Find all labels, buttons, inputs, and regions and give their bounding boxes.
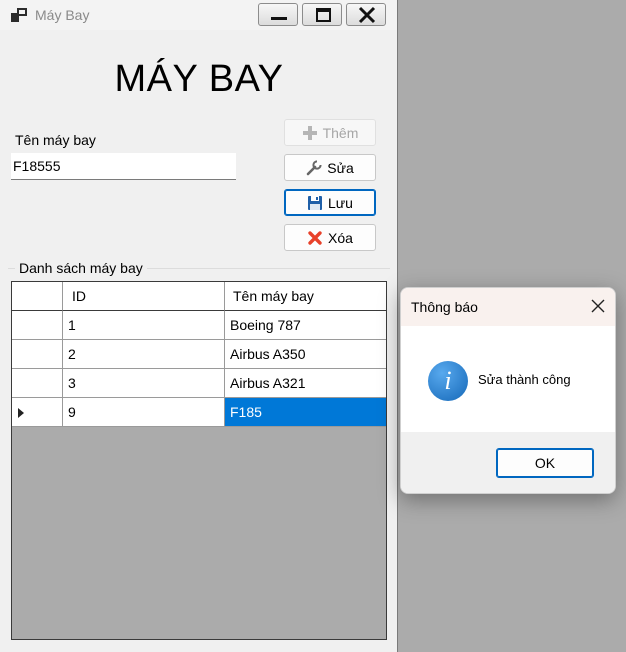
table-row[interactable]: 2 Airbus A350 — [12, 340, 386, 369]
column-header-name[interactable]: Tên máy bay — [225, 282, 386, 311]
cell-name[interactable]: Boeing 787 — [225, 311, 386, 340]
cell-name[interactable]: Airbus A350 — [225, 340, 386, 369]
add-button-label: Thêm — [322, 124, 359, 141]
ok-button[interactable]: OK — [496, 448, 594, 478]
grid-header-row: ID Tên máy bay — [12, 282, 386, 311]
delete-button-label: Xóa — [328, 229, 353, 246]
title-bar[interactable]: Máy Bay — [0, 0, 397, 30]
row-header[interactable] — [12, 311, 63, 340]
row-header[interactable] — [12, 369, 63, 398]
close-button[interactable] — [346, 3, 386, 26]
save-button[interactable]: Lưu — [284, 189, 376, 216]
dialog-footer: OK — [401, 432, 615, 493]
page-title: MÁY BAY — [114, 58, 284, 100]
app-icon — [11, 8, 27, 22]
red-x-icon — [308, 230, 322, 245]
cell-id[interactable]: 2 — [63, 340, 225, 369]
current-row-arrow-icon — [18, 408, 24, 418]
row-header-current[interactable] — [12, 398, 63, 427]
message-dialog: Thông báo i Sửa thành công OK — [400, 287, 616, 494]
name-input[interactable] — [11, 153, 236, 180]
cell-name-selected[interactable]: F185 — [225, 398, 386, 427]
cell-id[interactable]: 3 — [63, 369, 225, 398]
save-button-label: Lưu — [328, 194, 353, 211]
delete-button[interactable]: Xóa — [284, 224, 376, 251]
table-row[interactable]: 1 Boeing 787 — [12, 311, 386, 340]
cell-id[interactable]: 1 — [63, 311, 225, 340]
grid-corner-header[interactable] — [12, 282, 63, 311]
table-row-selected[interactable]: 9 F185 — [12, 398, 386, 427]
aircraft-grid[interactable]: ID Tên máy bay 1 Boeing 787 2 Airbus A35… — [11, 281, 387, 640]
cell-name[interactable]: Airbus A321 — [225, 369, 386, 398]
maximize-button[interactable] — [302, 3, 342, 26]
minimize-icon — [271, 17, 287, 20]
column-header-id[interactable]: ID — [63, 282, 225, 311]
name-label: Tên máy bay — [15, 132, 96, 148]
info-icon: i — [428, 361, 468, 401]
add-button[interactable]: Thêm — [284, 119, 376, 146]
row-header[interactable] — [12, 340, 63, 369]
app-window: Máy Bay MÁY BAY Tên máy bay Thêm Sửa — [0, 0, 398, 652]
dialog-title: Thông báo — [411, 299, 478, 315]
plus-icon — [302, 125, 317, 140]
wrench-icon — [306, 159, 323, 175]
table-row[interactable]: 3 Airbus A321 — [12, 369, 386, 398]
close-icon — [358, 6, 376, 24]
floppy-disk-icon — [308, 195, 323, 210]
dialog-message: Sửa thành công — [478, 372, 571, 387]
cell-id[interactable]: 9 — [63, 398, 225, 427]
edit-button[interactable]: Sửa — [284, 154, 376, 181]
window-title: Máy Bay — [35, 7, 90, 23]
minimize-button[interactable] — [258, 3, 298, 26]
edit-button-label: Sửa — [327, 159, 354, 176]
list-group-label: Danh sách máy bay — [15, 260, 147, 276]
dialog-title-bar[interactable]: Thông báo — [401, 288, 615, 326]
maximize-icon — [316, 8, 331, 22]
dialog-close-icon[interactable] — [591, 299, 605, 313]
